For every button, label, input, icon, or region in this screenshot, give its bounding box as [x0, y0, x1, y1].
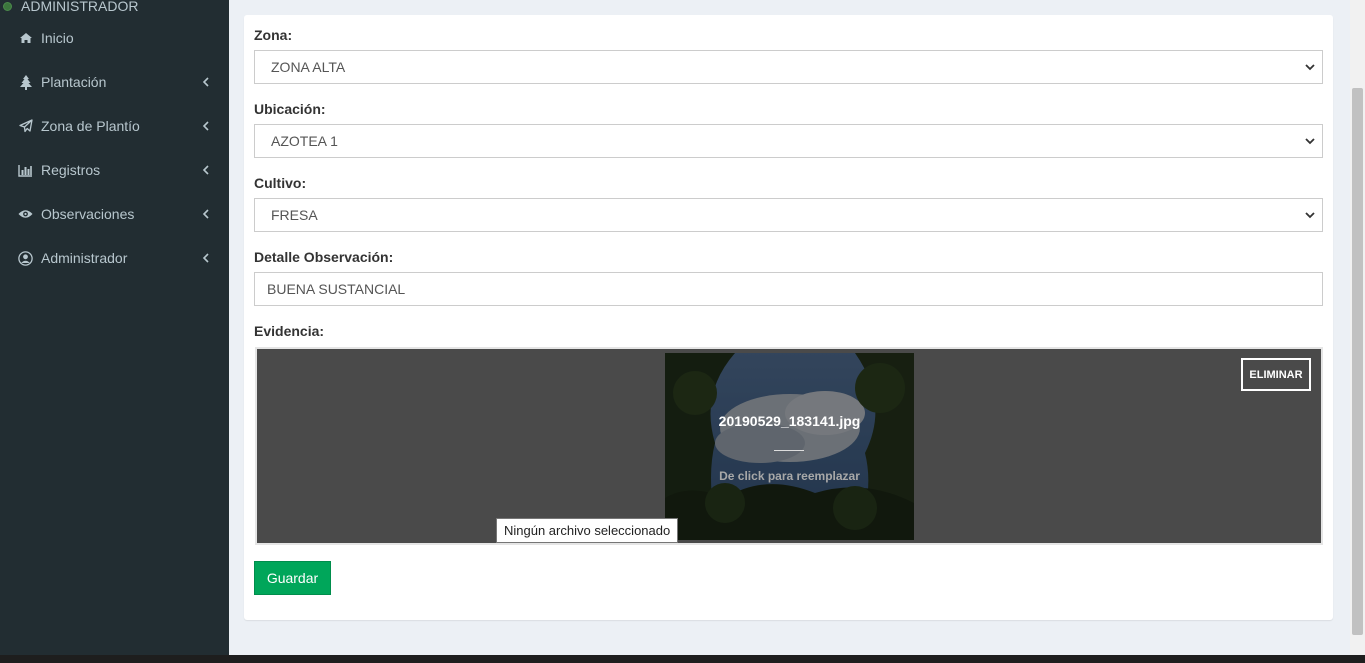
sidebar-item-zona-de-plantio[interactable]: Zona de Plantío	[0, 104, 229, 148]
chevron-down-icon	[1305, 138, 1315, 145]
user-circle-icon	[17, 250, 34, 266]
evidence-preview[interactable]: 20190529_183141.jpg De click para reempl…	[665, 353, 914, 540]
remove-evidence-button[interactable]: ELIMINAR	[1241, 358, 1311, 391]
sidebar-item-registros[interactable]: Registros	[0, 148, 229, 192]
chevron-left-icon	[202, 209, 209, 219]
detalle-label: Detalle Observación:	[254, 249, 394, 265]
sidebar-item-label: Registros	[41, 162, 101, 178]
evidence-dropzone[interactable]: 20190529_183141.jpg De click para reempl…	[255, 347, 1323, 545]
ubicacion-select[interactable]: AZOTEA 1	[254, 124, 1323, 158]
detalle-input[interactable]: BUENA SUSTANCIAL	[254, 272, 1323, 306]
replace-hint: De click para reemplazar	[719, 469, 860, 483]
cultivo-selected-value: FRESA	[271, 207, 318, 223]
online-status-dot	[3, 1, 12, 11]
home-icon	[17, 30, 34, 46]
sidebar-item-observaciones[interactable]: Observaciones	[0, 192, 229, 236]
chevron-left-icon	[202, 253, 209, 263]
user-status-label: ADMINISTRADOR	[21, 0, 139, 14]
scrollbar-thumb[interactable]	[1352, 88, 1363, 635]
sidebar-item-label: Zona de Plantío	[41, 118, 140, 134]
cultivo-select[interactable]: FRESA	[254, 198, 1323, 232]
sidebar-item-administrador[interactable]: Administrador	[0, 236, 229, 280]
eye-icon	[17, 206, 34, 222]
zona-label: Zona:	[254, 27, 293, 43]
preview-overlay	[665, 353, 914, 540]
tree-icon	[17, 74, 34, 90]
sidebar: ADMINISTRADOR Inicio Plantación Zona de …	[0, 0, 229, 655]
filename-divider	[774, 450, 804, 451]
detalle-input-value: BUENA SUSTANCIAL	[267, 281, 406, 297]
taskbar-edge	[0, 655, 1365, 663]
chevron-down-icon	[1305, 64, 1315, 71]
user-status: ADMINISTRADOR	[3, 0, 139, 14]
zona-selected-value: ZONA ALTA	[271, 59, 346, 75]
chevron-left-icon	[202, 121, 209, 131]
ubicacion-selected-value: AZOTEA 1	[271, 133, 338, 149]
bar-chart-icon	[17, 162, 34, 178]
chevron-down-icon	[1305, 212, 1315, 219]
sidebar-item-plantacion[interactable]: Plantación	[0, 60, 229, 104]
save-button[interactable]: Guardar	[254, 561, 331, 595]
sidebar-menu: Inicio Plantación Zona de Plantío Regist…	[0, 16, 229, 280]
zona-select[interactable]: ZONA ALTA	[254, 50, 1323, 84]
sidebar-item-label: Plantación	[41, 74, 107, 90]
sidebar-item-label: Inicio	[41, 30, 74, 46]
file-input-tooltip: Ningún archivo seleccionado	[496, 518, 679, 543]
paper-plane-icon	[17, 118, 34, 134]
chevron-left-icon	[202, 165, 209, 175]
sidebar-item-label: Observaciones	[41, 206, 135, 222]
cultivo-label: Cultivo:	[254, 175, 307, 191]
evidencia-label: Evidencia:	[254, 323, 325, 339]
ubicacion-label: Ubicación:	[254, 101, 326, 117]
sidebar-item-inicio[interactable]: Inicio	[0, 16, 229, 60]
observation-form: Zona: ZONA ALTA Ubicación: AZOTEA 1 Cult…	[244, 15, 1333, 620]
evidence-filename: 20190529_183141.jpg	[718, 413, 861, 429]
sidebar-item-label: Administrador	[41, 250, 128, 266]
page-scrollbar[interactable]	[1350, 0, 1365, 655]
chevron-left-icon	[202, 77, 209, 87]
